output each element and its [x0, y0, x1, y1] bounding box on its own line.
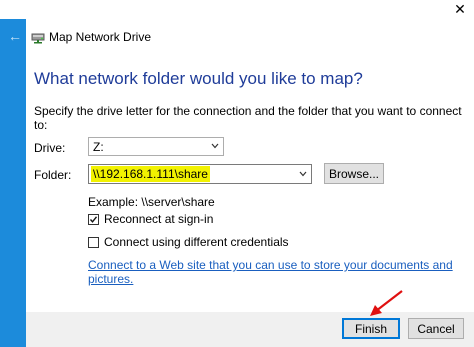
reconnect-label: Reconnect at sign-in	[104, 212, 214, 226]
drive-label: Drive:	[34, 141, 66, 155]
chevron-down-icon[interactable]	[299, 170, 307, 178]
cancel-button[interactable]: Cancel	[408, 318, 464, 339]
drive-letter-value: Z:	[93, 140, 104, 154]
instructions-text: Specify the drive letter for the connect…	[34, 104, 462, 132]
back-arrow-icon[interactable]: ←	[8, 28, 22, 44]
dialog-title: Map Network Drive	[49, 30, 152, 44]
dialog-footer	[26, 312, 474, 347]
web-site-link[interactable]: Connect to a Web site that you can use t…	[88, 258, 474, 286]
credentials-label: Connect using different credentials	[104, 235, 289, 249]
folder-path-value: \\192.168.1.111\share	[91, 166, 210, 182]
reconnect-checkbox[interactable]	[88, 213, 99, 225]
chevron-down-icon	[211, 143, 219, 149]
example-hint: Example: \\server\share	[88, 195, 215, 209]
drive-letter-select[interactable]: Z:	[88, 137, 224, 156]
credentials-checkbox-row[interactable]: Connect using different credentials	[88, 235, 289, 249]
folder-path-input[interactable]: \\192.168.1.111\share	[88, 164, 312, 184]
reconnect-checkbox-row[interactable]: Reconnect at sign-in	[88, 212, 213, 226]
accent-side-panel	[0, 19, 26, 347]
browse-button[interactable]: Browse...	[324, 163, 384, 184]
folder-label: Folder:	[34, 168, 72, 182]
checkmark-icon	[89, 215, 98, 223]
credentials-checkbox[interactable]	[88, 236, 99, 248]
finish-button[interactable]: Finish	[342, 318, 400, 339]
annotation-arrow-icon	[370, 290, 403, 316]
network-drive-icon	[31, 33, 45, 44]
title-bar: ✕	[0, 0, 474, 19]
page-heading: What network folder would you like to ma…	[34, 69, 363, 88]
close-icon[interactable]: ✕	[446, 0, 474, 19]
